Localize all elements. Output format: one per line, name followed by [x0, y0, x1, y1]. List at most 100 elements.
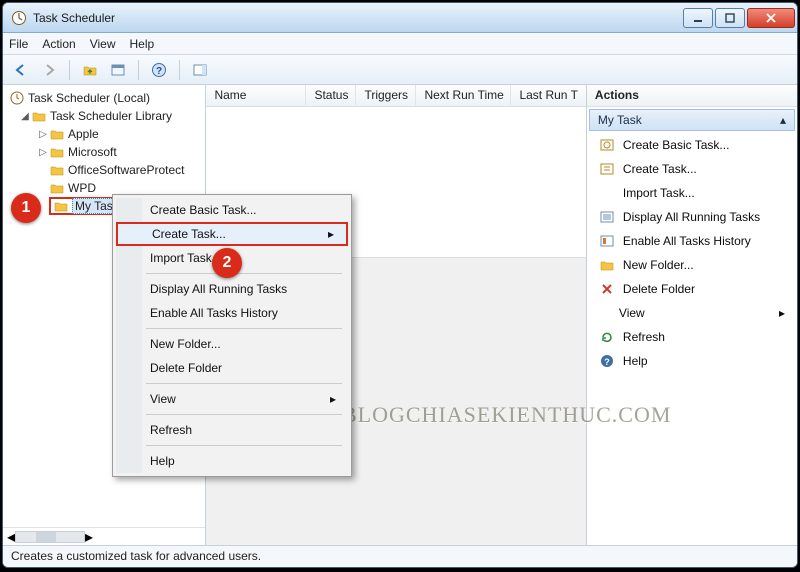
close-button[interactable] [747, 8, 795, 28]
maximize-button[interactable] [715, 8, 745, 28]
annotation-badge-2: 2 [212, 248, 242, 278]
tree-label: Apple [68, 127, 99, 141]
ctx-label: Create Task... [152, 227, 226, 241]
folder-icon [53, 198, 69, 214]
toolbar-separator [138, 60, 139, 80]
menu-separator [146, 328, 342, 329]
tree-label: Task Scheduler Library [50, 109, 172, 123]
action-label: Create Task... [623, 162, 697, 176]
col-last[interactable]: Last Run T [511, 85, 585, 106]
menu-file[interactable]: File [9, 37, 28, 51]
tree-item[interactable]: OfficeSoftwareProtect [5, 161, 203, 179]
action-refresh[interactable]: Refresh [591, 325, 793, 349]
tree-item[interactable]: ▷ Microsoft [5, 143, 203, 161]
history-icon [599, 233, 615, 249]
blank-icon [599, 185, 615, 201]
scroll-thumb[interactable] [36, 532, 56, 542]
action-new-folder[interactable]: New Folder... [591, 253, 793, 277]
ctx-enable-history[interactable]: Enable All Tasks History [116, 301, 348, 325]
action-label: Delete Folder [623, 282, 695, 296]
menu-action[interactable]: Action [42, 37, 75, 51]
folder-icon [49, 144, 65, 160]
tree-label: WPD [68, 181, 96, 195]
minimize-button[interactable] [683, 8, 713, 28]
menubar: File Action View Help [3, 33, 797, 55]
ctx-label: New Folder... [150, 337, 221, 351]
scroll-left-icon[interactable]: ◂ [7, 527, 15, 547]
scroll-track[interactable] [15, 531, 85, 543]
action-delete-folder[interactable]: Delete Folder [591, 277, 793, 301]
ctx-label: View [150, 392, 176, 406]
menu-separator [146, 414, 342, 415]
col-status[interactable]: Status [306, 85, 356, 106]
forward-button[interactable] [37, 58, 61, 82]
action-create-task[interactable]: Create Task... [591, 157, 793, 181]
ctx-new-folder[interactable]: New Folder... [116, 332, 348, 356]
task-icon [599, 161, 615, 177]
action-import[interactable]: Import Task... [591, 181, 793, 205]
tree-label: OfficeSoftwareProtect [68, 163, 185, 177]
svg-text:?: ? [604, 357, 610, 367]
action-view[interactable]: View ▸ [591, 301, 793, 325]
up-button[interactable] [78, 58, 102, 82]
folder-icon [49, 180, 65, 196]
action-label: Enable All Tasks History [623, 234, 751, 248]
tree-library[interactable]: ◢ Task Scheduler Library [5, 107, 203, 125]
ctx-delete-folder[interactable]: Delete Folder [116, 356, 348, 380]
toolbar-separator [179, 60, 180, 80]
col-triggers[interactable]: Triggers [356, 85, 416, 106]
toolbar: ? [3, 55, 797, 85]
actions-subtitle-label: My Task [598, 113, 642, 127]
action-help[interactable]: ? Help [591, 349, 793, 373]
tree-label: Task Scheduler (Local) [28, 91, 150, 105]
action-label: Import Task... [623, 186, 695, 200]
help-icon: ? [599, 353, 615, 369]
expander-icon[interactable]: ◢ [19, 111, 31, 122]
folder-icon [49, 162, 65, 178]
col-next[interactable]: Next Run Time [416, 85, 511, 106]
actions-title: Actions [587, 85, 797, 107]
menu-separator [146, 383, 342, 384]
svg-text:?: ? [156, 66, 162, 77]
collapse-icon[interactable]: ▴ [780, 113, 786, 127]
expander-icon[interactable]: ▷ [37, 129, 49, 140]
chevron-right-icon: ▸ [779, 306, 785, 320]
clock-icon [9, 90, 25, 106]
help-button[interactable]: ? [147, 58, 171, 82]
window-root: Task Scheduler File Action View Help ? [2, 2, 798, 568]
action-display-running[interactable]: Display All Running Tasks [591, 205, 793, 229]
chevron-right-icon: ▸ [330, 392, 336, 406]
app-icon [11, 10, 27, 26]
col-name[interactable]: Name [206, 85, 306, 106]
menu-view[interactable]: View [90, 37, 116, 51]
folder-icon [31, 108, 47, 124]
ctx-label: Create Basic Task... [150, 203, 257, 217]
properties-button[interactable] [106, 58, 130, 82]
actions-pane: Actions My Task ▴ Create Basic Task... C… [587, 85, 797, 545]
actions-subtitle[interactable]: My Task ▴ [589, 109, 795, 131]
back-button[interactable] [9, 58, 33, 82]
ctx-label: Delete Folder [150, 361, 222, 375]
ctx-create-task[interactable]: Create Task...▸ [116, 222, 348, 246]
ctx-view[interactable]: View ▸ [116, 387, 348, 411]
horizontal-scrollbar[interactable]: ◂ ▸ [3, 527, 205, 545]
scroll-right-icon[interactable]: ▸ [85, 527, 93, 547]
delete-icon [599, 281, 615, 297]
action-enable-history[interactable]: Enable All Tasks History [591, 229, 793, 253]
ctx-create-basic[interactable]: Create Basic Task... [116, 198, 348, 222]
action-label: View [619, 306, 645, 320]
tree-item[interactable]: ▷ Apple [5, 125, 203, 143]
ctx-label: Refresh [150, 423, 192, 437]
list-header: Name Status Triggers Next Run Time Last … [206, 85, 585, 107]
folder-icon [599, 257, 615, 273]
action-label: New Folder... [623, 258, 694, 272]
action-create-basic[interactable]: Create Basic Task... [591, 133, 793, 157]
ctx-refresh[interactable]: Refresh [116, 418, 348, 442]
expander-icon[interactable]: ▷ [37, 147, 49, 158]
menu-separator [146, 445, 342, 446]
show-action-pane-button[interactable] [188, 58, 212, 82]
menu-help[interactable]: Help [130, 37, 155, 51]
ctx-display-running[interactable]: Display All Running Tasks [116, 277, 348, 301]
tree-root[interactable]: Task Scheduler (Local) [5, 89, 203, 107]
ctx-help[interactable]: Help [116, 449, 348, 473]
